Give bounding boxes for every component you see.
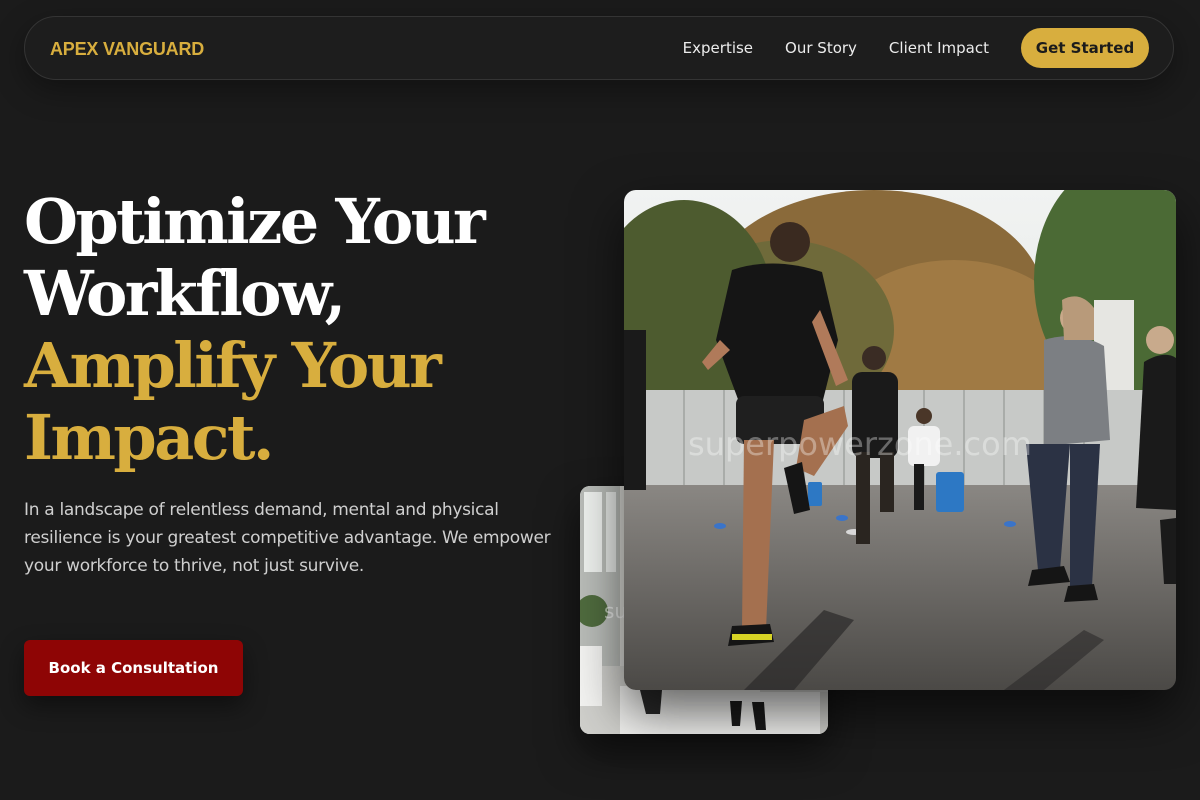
headline-line-4: Impact. <box>24 401 275 474</box>
landing-page: APEX VANGUARD Expertise Our Story Client… <box>0 0 1200 800</box>
top-nav: APEX VANGUARD Expertise Our Story Client… <box>24 16 1174 80</box>
outdoor-training-illustration: superpowerzone.com <box>624 190 1176 690</box>
brand-logo[interactable]: APEX VANGUARD <box>50 37 204 61</box>
training-photo-watermark: superpowerzone.com <box>688 425 1032 463</box>
hero-lead-text: In a landscape of relentless demand, men… <box>24 500 551 576</box>
book-consultation-button[interactable]: Book a Consultation <box>24 640 243 696</box>
nav-link-our-story[interactable]: Our Story <box>785 39 857 57</box>
get-started-button[interactable]: Get Started <box>1021 28 1149 68</box>
hero-headline: Optimize Your Workflow, Amplify Your Imp… <box>24 186 584 474</box>
headline-line-3: Amplify Your <box>24 329 442 402</box>
nav-link-client-impact[interactable]: Client Impact <box>889 39 989 57</box>
nav-link-expertise[interactable]: Expertise <box>683 39 753 57</box>
outdoor-training-photo: superpowerzone.com <box>624 190 1176 690</box>
headline-line-1: Optimize Your <box>24 185 486 258</box>
headline-line-2: Workflow, <box>24 257 346 330</box>
nav-links: Expertise Our Story Client Impact Get St… <box>683 28 1149 68</box>
